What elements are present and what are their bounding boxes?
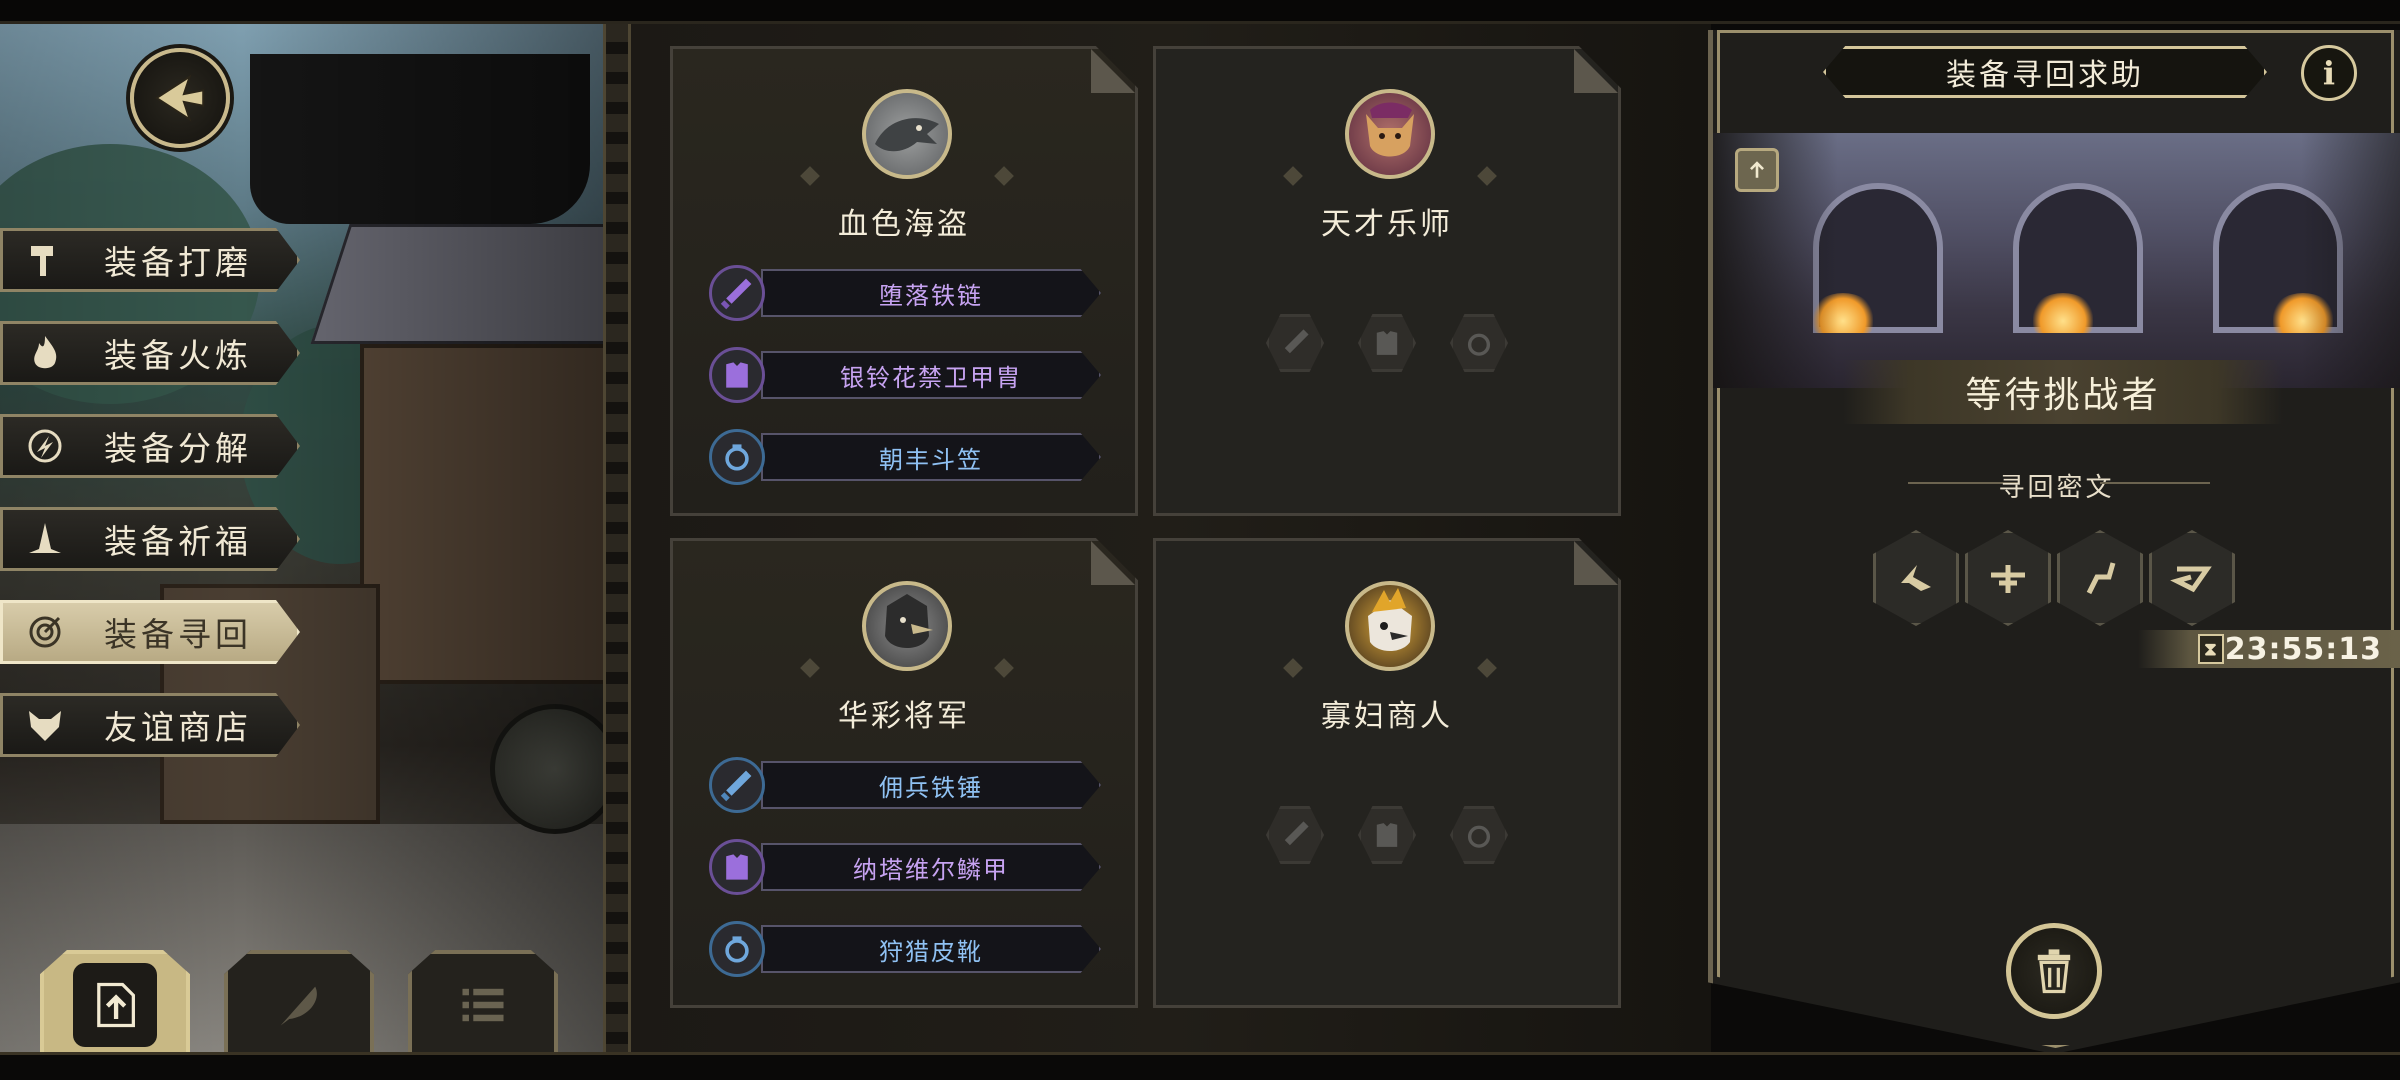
countdown-timer: ⧗ 23:55:13 [2138, 630, 2400, 668]
menu-item-bless[interactable]: 装备祈福 [0, 507, 310, 571]
equipment-slot[interactable]: 银铃花禁卫甲胄 [709, 347, 1105, 403]
menu-item-dismantle[interactable]: 装备分解 [0, 414, 310, 478]
pray-icon [20, 514, 70, 564]
dismantle-icon [20, 421, 70, 471]
trash-button[interactable] [2006, 923, 2102, 1019]
character-name: 寡妇商人 [1321, 699, 1453, 734]
equipment-slot[interactable]: 佣兵铁锤 [709, 757, 1105, 813]
sword-icon [709, 757, 765, 813]
armor-icon [1376, 823, 1398, 847]
info-button[interactable]: i [2301, 45, 2357, 101]
back-arrow-icon [155, 74, 205, 122]
armor-icon [709, 347, 765, 403]
upload-icon [1750, 161, 1764, 178]
panel-title: 装备寻回求助 [1823, 46, 2267, 98]
menu-item-label: 装备祈福 [104, 522, 252, 561]
menu-item-label: 装备寻回 [104, 615, 252, 654]
retrieve-icon [20, 607, 70, 657]
character-card-0[interactable]: 血色海盗 堕落铁链 银铃花禁卫甲胄 朝丰斗笠 [670, 46, 1138, 516]
status-banner: 等待挑战者 [1843, 360, 2283, 424]
hammer-icon [20, 235, 70, 285]
feather-button[interactable] [224, 950, 374, 1060]
bird-portrait-icon [862, 581, 952, 671]
rune-2-icon [1965, 530, 2051, 626]
armor-icon [709, 839, 765, 895]
ring-icon [709, 429, 765, 485]
ring-icon [1467, 333, 1491, 356]
equipment-name: 朝丰斗笠 [761, 433, 1101, 481]
menu-item-label: 装备火炼 [104, 336, 252, 375]
character-name: 血色海盗 [838, 207, 970, 242]
equipment-name: 狩猎皮靴 [761, 925, 1101, 973]
panel-divider [603, 24, 631, 1054]
rune-cipher [1873, 530, 2235, 626]
character-card-3[interactable]: 寡妇商人 [1153, 538, 1621, 1008]
flame-icon [20, 328, 70, 378]
menu-item-label: 装备分解 [104, 429, 252, 468]
back-button[interactable] [130, 48, 230, 148]
menu-item-friend-shop[interactable]: 友谊商店 [0, 693, 310, 757]
trash-icon [2037, 949, 2071, 994]
side-menu: 装备打磨 装备火炼 装备分解 装备祈福 装备寻回 友谊商店 [0, 228, 310, 786]
list-button[interactable] [408, 950, 558, 1060]
equipment-name: 纳塔维尔鳞甲 [761, 843, 1101, 891]
sword-icon [1284, 329, 1309, 354]
armor-icon [1376, 331, 1398, 355]
rune-1-icon [1873, 530, 1959, 626]
timer-text: 23:55:13 [2224, 631, 2382, 667]
status-text: 等待挑战者 [1965, 375, 2161, 416]
hourglass-icon: ⧗ [2198, 634, 2224, 664]
bottom-toolbar [40, 950, 558, 1060]
character-name: 天才乐师 [1321, 207, 1453, 242]
rune-4-icon [2149, 530, 2235, 626]
empty-weapon-slot[interactable] [1266, 806, 1324, 864]
equipment-slot[interactable]: 狩猎皮靴 [709, 921, 1105, 977]
feather-icon [280, 986, 317, 1026]
equipment-name: 佣兵铁锤 [761, 761, 1101, 809]
empty-equipment-slots [1266, 314, 1508, 372]
equipment-name: 堕落铁链 [761, 269, 1101, 317]
menu-item-forge[interactable]: 装备火炼 [0, 321, 310, 385]
ring-icon [1467, 825, 1491, 848]
info-icon: i [2322, 54, 2336, 92]
retrieve-help-panel: 装备寻回求助 i 等待挑战者 寻回密文 ⧗ 23:55:13 [1708, 30, 2400, 1054]
character-name: 华彩将军 [838, 699, 970, 734]
upload-icon [97, 982, 135, 1028]
character-card-1[interactable]: 天才乐师 [1153, 46, 1621, 516]
menu-item-polish[interactable]: 装备打磨 [0, 228, 310, 292]
rune-3-icon [2057, 530, 2143, 626]
bottom-frame-bar [0, 1052, 2400, 1080]
empty-armor-slot[interactable] [1358, 314, 1416, 372]
empty-accessory-slot[interactable] [1450, 806, 1508, 864]
list-icon [462, 988, 504, 1022]
ring-icon [709, 921, 765, 977]
top-frame-bar [0, 0, 2400, 24]
equipment-slot[interactable]: 朝丰斗笠 [709, 429, 1105, 485]
menu-item-label: 装备打磨 [104, 243, 252, 282]
empty-armor-slot[interactable] [1358, 806, 1416, 864]
empty-equipment-slots [1266, 806, 1508, 864]
empty-accessory-slot[interactable] [1450, 314, 1508, 372]
share-button[interactable] [1735, 148, 1779, 192]
shark-portrait-icon [862, 89, 952, 179]
upload-button[interactable] [40, 950, 190, 1060]
empty-weapon-slot[interactable] [1266, 314, 1324, 372]
sword-icon [1284, 821, 1309, 846]
equipment-slot[interactable]: 纳塔维尔鳞甲 [709, 839, 1105, 895]
character-card-2[interactable]: 华彩将军 佣兵铁锤 纳塔维尔鳞甲 狩猎皮靴 [670, 538, 1138, 1008]
clue-title: 寻回密文 [1998, 473, 2115, 503]
equipment-name: 银铃花禁卫甲胄 [761, 351, 1101, 399]
dog-portrait-icon [1345, 89, 1435, 179]
equipment-slot[interactable]: 堕落铁链 [709, 265, 1105, 321]
panel-title-text: 装备寻回求助 [1946, 58, 2144, 93]
bird-portrait-icon [1345, 581, 1435, 671]
dungeon-scene-image [1713, 133, 2400, 388]
menu-item-label: 友谊商店 [104, 708, 252, 747]
sword-icon [709, 265, 765, 321]
fox-icon [20, 700, 70, 750]
menu-item-retrieve[interactable]: 装备寻回 [0, 600, 310, 664]
